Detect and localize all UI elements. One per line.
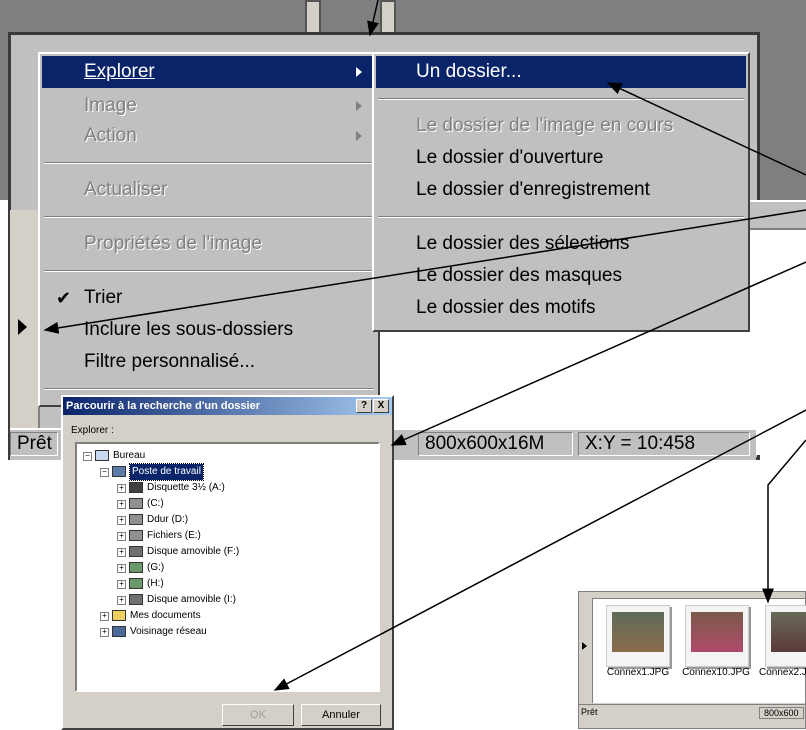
annotation-arrow bbox=[606, 82, 806, 176]
annotation-arrow bbox=[367, 0, 379, 37]
annotation-arrow bbox=[762, 439, 806, 604]
annotation-arrow bbox=[390, 261, 806, 446]
annotation-arrow bbox=[273, 409, 806, 691]
annotation-arrows bbox=[43, 0, 806, 691]
